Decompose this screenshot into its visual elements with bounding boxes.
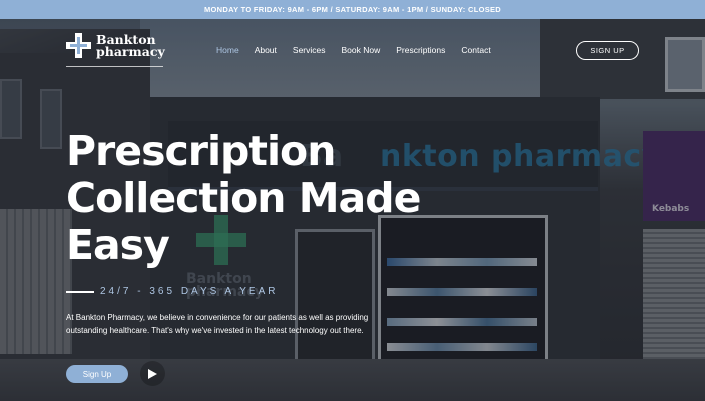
opening-hours-text: MONDAY TO FRIDAY: 9AM - 6PM / SATURDAY: …: [203, 5, 502, 14]
nav-services[interactable]: Services: [293, 45, 326, 55]
hero-intro-text: At Bankton Pharmacy, we believe in conve…: [66, 313, 369, 335]
header-signup-button[interactable]: SIGN UP: [576, 41, 639, 60]
nav-home[interactable]: Home: [216, 45, 239, 55]
play-video-button[interactable]: [140, 361, 165, 386]
nav-contact[interactable]: Contact: [461, 45, 490, 55]
hero-headline: Prescription Collection Made Easy: [66, 127, 421, 269]
main-nav: Home About Services Book Now Prescriptio…: [216, 45, 507, 55]
logo-text: Bankton pharmacy: [96, 33, 165, 59]
opening-hours-bar: MONDAY TO FRIDAY: 9AM - 6PM / SATURDAY: …: [0, 0, 705, 19]
nav-book-now[interactable]: Book Now: [342, 45, 381, 55]
logo-underline: [66, 66, 163, 67]
hero-tagline-row: 24/7 - 365 DAYS A YEAR: [66, 286, 278, 297]
hero-signup-button[interactable]: Sign Up: [66, 365, 128, 383]
nav-prescriptions[interactable]: Prescriptions: [396, 45, 445, 55]
pharmacy-cross-icon: [66, 33, 91, 58]
play-icon: [148, 368, 157, 379]
tagline-divider: [66, 290, 94, 293]
hero-tagline: 24/7 - 365 DAYS A YEAR: [100, 286, 279, 297]
nav-about[interactable]: About: [255, 45, 277, 55]
site-logo[interactable]: Bankton pharmacy: [66, 33, 165, 58]
logo-line-2: pharmacy: [96, 43, 165, 59]
